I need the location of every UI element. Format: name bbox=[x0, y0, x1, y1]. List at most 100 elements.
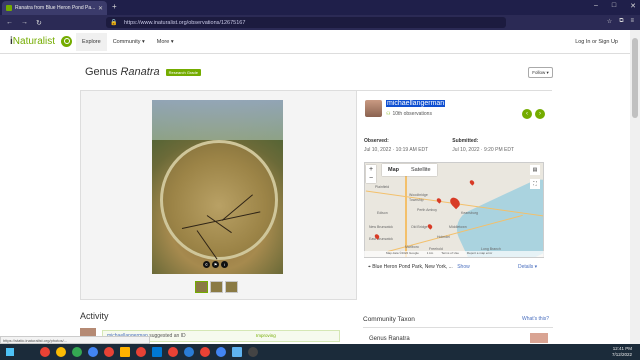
next-observation-icon[interactable]: › bbox=[535, 109, 545, 119]
app-icon[interactable] bbox=[232, 347, 242, 357]
map-zoom-controls: + − bbox=[366, 165, 376, 183]
show-place-link[interactable]: Show bbox=[457, 264, 470, 270]
chrome-icon[interactable] bbox=[200, 347, 210, 357]
prev-observation-icon[interactable]: ‹ bbox=[522, 109, 532, 119]
photo-thumbnail[interactable] bbox=[225, 281, 238, 293]
map-label: Edison bbox=[377, 211, 388, 215]
photo-thumbnail[interactable] bbox=[195, 281, 208, 293]
inaturalist-logo[interactable]: iNaturalist bbox=[10, 36, 55, 47]
browser-tab[interactable]: Ranatra from Blue Heron Pond Pa... ✕ bbox=[2, 1, 107, 15]
map-label: East Brunswick bbox=[369, 237, 393, 241]
browser-tab-bar: Ranatra from Blue Heron Pond Pa... ✕ + –… bbox=[0, 0, 640, 15]
observer-username[interactable]: michaellangerman bbox=[386, 100, 446, 107]
map-footer: Map data ©2022 Google 1 km Terms of Use … bbox=[364, 251, 544, 257]
back-icon[interactable]: ← bbox=[6, 19, 13, 27]
layers-icon[interactable]: ▤ bbox=[530, 165, 540, 175]
binoculars-icon: ⚇ bbox=[386, 111, 391, 117]
main-nav: Explore Community ▾ More ▾ bbox=[76, 32, 180, 51]
chrome-icon[interactable] bbox=[72, 347, 82, 357]
site-header: iNaturalist Explore Community ▾ More ▾ L… bbox=[0, 30, 630, 54]
follow-button[interactable]: Follow ▾ bbox=[528, 67, 553, 78]
map-label: Marlboro bbox=[405, 245, 419, 249]
observation-photo[interactable] bbox=[152, 100, 283, 274]
submitted-value: Jul 10, 2022 · 9:20 PM EDT bbox=[452, 147, 514, 153]
system-tray[interactable]: 12:41 PM 7/12/2022 bbox=[612, 346, 632, 358]
new-tab-icon[interactable]: + bbox=[112, 2, 117, 11]
photo-thumbnail[interactable] bbox=[210, 281, 223, 293]
map-label: Keansburg bbox=[461, 211, 478, 215]
login-link[interactable]: Log In or Sign Up bbox=[575, 39, 618, 45]
zoom-out-icon[interactable]: − bbox=[366, 174, 376, 183]
start-icon[interactable] bbox=[6, 348, 14, 356]
reload-icon[interactable]: ↻ bbox=[36, 19, 42, 27]
title-prefix: Genus bbox=[85, 66, 118, 78]
cc-license-icon[interactable]: © bbox=[203, 261, 210, 268]
nav-community[interactable]: Community ▾ bbox=[107, 33, 151, 51]
edge-icon[interactable] bbox=[184, 347, 194, 357]
inaturalist-favicon-icon bbox=[6, 5, 12, 11]
maximize-icon[interactable]: □ bbox=[612, 2, 616, 10]
map-label: New Brunswick bbox=[369, 225, 393, 229]
map-type-tabs: Map Satellite bbox=[382, 164, 437, 176]
map-label: Township bbox=[409, 198, 424, 202]
address-bar[interactable]: 🔒 https://www.inaturalist.org/observatio… bbox=[106, 17, 506, 28]
whats-this-link[interactable]: What's this? bbox=[522, 316, 549, 322]
observation-title-row: Genus Ranatra Research Grade bbox=[85, 66, 201, 78]
folder-icon[interactable] bbox=[120, 347, 130, 357]
map-attribution: Map data ©2022 Google bbox=[386, 251, 419, 255]
url-text: https://www.inaturalist.org/observations… bbox=[124, 19, 246, 26]
tab-title: Ranatra from Blue Heron Pond Pa... bbox=[15, 5, 96, 11]
observer-obs-count[interactable]: ⚇ 10th observations bbox=[386, 111, 432, 117]
location-map[interactable]: Plainfield Woodbridge Township Edison Pe… bbox=[364, 162, 544, 258]
info-icon[interactable]: i bbox=[221, 261, 228, 268]
forward-icon[interactable]: → bbox=[21, 19, 28, 27]
title-taxon: Ranatra bbox=[120, 66, 160, 78]
window-controls: – □ ✕ bbox=[594, 2, 636, 10]
app-icon[interactable] bbox=[152, 347, 162, 357]
minimize-icon[interactable]: – bbox=[594, 2, 598, 10]
details-dropdown[interactable]: Details ▾ bbox=[518, 264, 537, 270]
chrome-icon[interactable] bbox=[136, 347, 146, 357]
search-icon[interactable] bbox=[61, 36, 73, 47]
flag-icon[interactable]: ⚑ bbox=[212, 261, 219, 268]
tab-satellite[interactable]: Satellite bbox=[405, 164, 437, 176]
activity-heading: Activity bbox=[80, 311, 109, 321]
map-label: Holmdel bbox=[437, 235, 450, 239]
map-label: Old Bridge bbox=[411, 225, 428, 229]
chrome-icon[interactable] bbox=[216, 347, 226, 357]
quality-grade-badge: Research Grade bbox=[165, 68, 201, 76]
scrollbar-thumb[interactable] bbox=[632, 38, 638, 118]
menu-icon[interactable]: ≡ bbox=[630, 18, 634, 25]
map-label: Perth Amboy bbox=[417, 208, 438, 212]
app-icon[interactable] bbox=[248, 347, 258, 357]
bookmark-icon[interactable]: ☆ bbox=[607, 18, 612, 25]
activity-text: suggested an ID bbox=[149, 333, 186, 339]
window-close-icon[interactable]: ✕ bbox=[630, 2, 636, 10]
community-taxon-thumbnail[interactable] bbox=[530, 333, 548, 343]
community-taxon-heading: Community Taxon bbox=[363, 316, 415, 323]
avatar[interactable] bbox=[365, 100, 382, 117]
observed-value: Jul 10, 2022 · 10:19 AM EDT bbox=[364, 147, 429, 153]
photo-background bbox=[152, 100, 283, 140]
obs-nav-arrows: ‹ › bbox=[522, 109, 545, 119]
map-label: Plainfield bbox=[375, 185, 390, 189]
nav-explore[interactable]: Explore bbox=[76, 32, 107, 51]
chrome-icon[interactable] bbox=[40, 347, 50, 357]
chrome-icon[interactable] bbox=[88, 347, 98, 357]
fullscreen-icon[interactable]: ⛶ bbox=[530, 179, 540, 189]
browser-toolbar: ← → ↻ 🔒 https://www.inaturalist.org/obse… bbox=[0, 15, 640, 30]
tray-date: 7/12/2022 bbox=[611, 352, 632, 357]
community-taxon-name[interactable]: Genus Ranatra bbox=[369, 336, 410, 342]
chrome-icon[interactable] bbox=[168, 347, 178, 357]
observed-label: Observed: bbox=[364, 138, 389, 144]
tab-map[interactable]: Map bbox=[382, 164, 405, 176]
chrome-icon[interactable] bbox=[56, 347, 66, 357]
map-report-link[interactable]: Report a map error bbox=[467, 251, 492, 257]
map-terms-link[interactable]: Terms of Use bbox=[441, 251, 459, 257]
chrome-icon[interactable] bbox=[104, 347, 114, 357]
close-icon[interactable]: ✕ bbox=[98, 5, 103, 12]
observation-dates: Observed: Jul 10, 2022 · 10:19 AM EDT Su… bbox=[364, 138, 544, 153]
zoom-in-icon[interactable]: + bbox=[366, 165, 376, 174]
extensions-icon[interactable]: ⧉ bbox=[619, 18, 623, 25]
nav-more[interactable]: More ▾ bbox=[151, 33, 180, 51]
